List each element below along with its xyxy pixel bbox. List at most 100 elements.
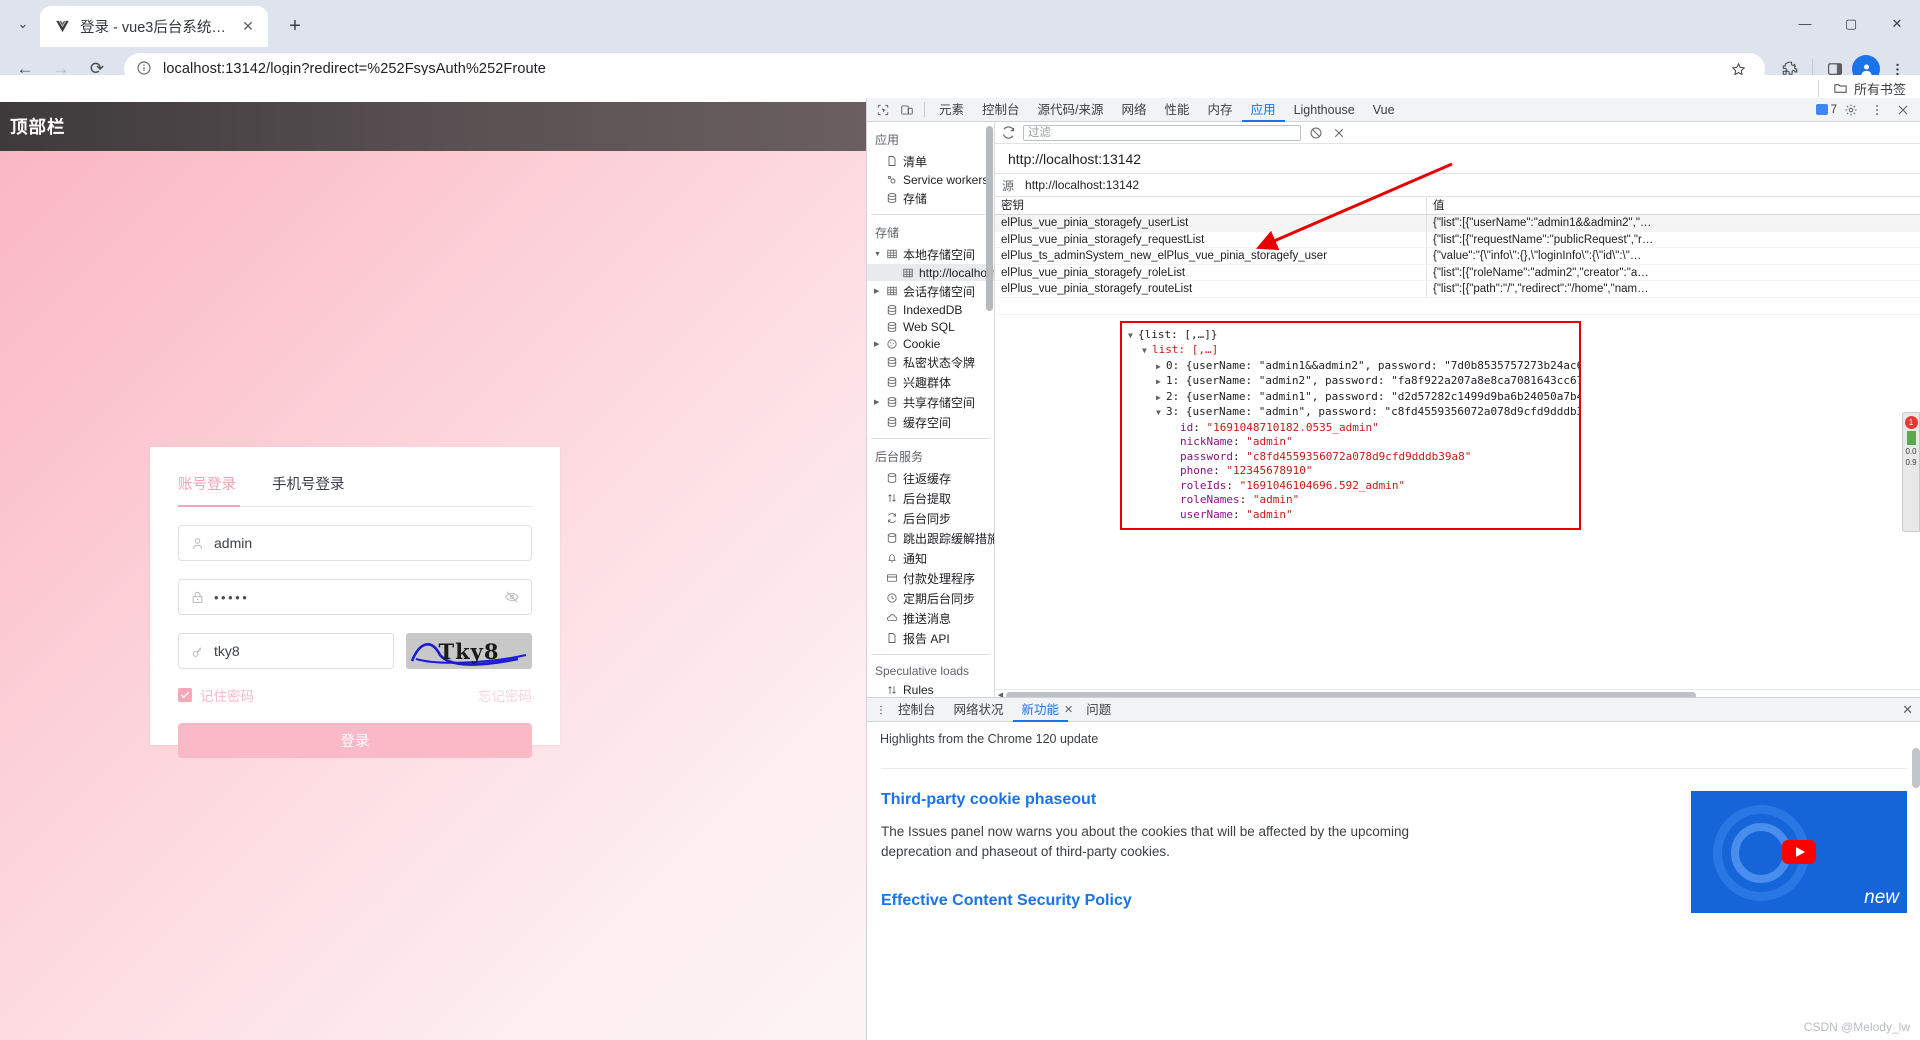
maximize-icon[interactable]: ▢: [1828, 4, 1874, 44]
remember-password-checkbox[interactable]: 记住密码: [178, 685, 254, 705]
captcha-input[interactable]: tky8: [214, 643, 382, 659]
sidebar-item-local-storage[interactable]: ▼ 本地存储空间: [867, 244, 994, 264]
sidebar-item-session-storage[interactable]: ▶ 会话存储空间: [867, 281, 994, 301]
expand-triangle-icon[interactable]: ▶: [1156, 391, 1166, 406]
password-field[interactable]: •••••: [178, 579, 532, 615]
tab-vue[interactable]: Vue: [1364, 98, 1404, 122]
clear-filter-icon[interactable]: [1307, 124, 1324, 141]
sidebar-item-periodic-background-sync[interactable]: 定期后台同步: [867, 588, 994, 608]
kebab-menu-icon[interactable]: [1865, 99, 1889, 121]
captcha-field[interactable]: tky8: [178, 633, 394, 669]
json-line[interactable]: ▶ 0: {userName: "admin1&&admin2", passwor…: [1128, 359, 1579, 375]
tab-console[interactable]: 控制台: [973, 98, 1029, 122]
drawer-tab-whats-new[interactable]: 新功能: [1012, 698, 1069, 722]
captcha-image[interactable]: Tky8: [406, 633, 532, 669]
sidebar-item-back-forward-cache[interactable]: 往返缓存: [867, 468, 994, 488]
sidebar-item-websql[interactable]: Web SQL: [867, 318, 994, 335]
sidebar-item-background-sync[interactable]: 后台同步: [867, 508, 994, 528]
chevron-right-icon[interactable]: ▶: [874, 398, 879, 406]
table-row[interactable]: elPlus_ts_adminSystem_new_elPlus_vue_pin…: [995, 248, 1920, 265]
table-row[interactable]: elPlus_vue_pinia_storagefy_roleList {"li…: [995, 264, 1920, 281]
forgot-password-link[interactable]: 忘记密码: [478, 685, 532, 705]
sidebar-item-reporting-api[interactable]: 报告 API: [867, 628, 994, 648]
sidebar-item-service-workers[interactable]: Service workers: [867, 171, 994, 188]
drawer-tab-console[interactable]: 控制台: [889, 698, 945, 722]
drawer-tab-close-icon[interactable]: ✕: [1064, 703, 1077, 716]
window-close-icon[interactable]: ✕: [1874, 4, 1920, 44]
sidebar-scrollbar[interactable]: [986, 126, 993, 311]
password-input[interactable]: •••••: [214, 590, 495, 605]
filter-input[interactable]: 过滤: [1023, 124, 1301, 141]
close-icon[interactable]: [1891, 99, 1915, 121]
tab-sources[interactable]: 源代码/来源: [1029, 98, 1113, 122]
sidebar-item-shared-storage[interactable]: ▶ 共享存储空间: [867, 392, 994, 412]
chevron-right-icon[interactable]: ▶: [874, 340, 879, 348]
delete-icon[interactable]: [1330, 124, 1347, 141]
whats-new-video-thumbnail[interactable]: new: [1691, 791, 1907, 913]
tab-network[interactable]: 网络: [1113, 98, 1156, 122]
chevron-down-icon[interactable]: ▼: [874, 251, 881, 258]
close-icon[interactable]: ✕: [238, 17, 258, 37]
issues-badge[interactable]: 7: [1815, 104, 1837, 116]
all-bookmarks-button[interactable]: 所有书签: [1833, 79, 1906, 98]
drawer-close-icon[interactable]: ✕: [1902, 702, 1920, 718]
sidebar-item-cache-storage[interactable]: 缓存空间: [867, 412, 994, 432]
minimize-icon[interactable]: —: [1782, 4, 1828, 44]
json-line[interactable]: ▼ {list: [,…]}: [1128, 328, 1579, 344]
tab-elements[interactable]: 元素: [930, 98, 973, 122]
tab-search-chevron-icon[interactable]: ⌄: [6, 7, 40, 41]
inspect-element-icon[interactable]: [871, 99, 895, 121]
eye-off-icon[interactable]: [504, 589, 520, 605]
expand-triangle-icon[interactable]: ▶: [1156, 375, 1166, 390]
table-row[interactable]: elPlus_vue_pinia_storagefy_requestList {…: [995, 231, 1920, 248]
kebab-menu-icon[interactable]: [873, 704, 889, 716]
sidebar-item-bounce-tracking[interactable]: 跳出跟踪缓解措施: [867, 528, 994, 548]
table-row[interactable]: elPlus_vue_pinia_storagefy_routeList {"l…: [995, 281, 1920, 298]
sidebar-item-storage[interactable]: 存储: [867, 188, 994, 208]
json-line[interactable]: ▼ 3: {userName: "admin", password: "c8fd4…: [1128, 405, 1579, 421]
expand-triangle-icon[interactable]: ▼: [1142, 344, 1152, 359]
tab-memory[interactable]: 内存: [1199, 98, 1242, 122]
expand-triangle-icon[interactable]: ▼: [1156, 406, 1166, 421]
sidebar-item-background-fetch[interactable]: 后台提取: [867, 488, 994, 508]
expand-triangle-icon[interactable]: ▼: [1128, 329, 1138, 344]
refresh-icon[interactable]: [1001, 125, 1017, 141]
new-tab-button[interactable]: +: [278, 9, 312, 43]
column-header-key[interactable]: 密钥: [995, 197, 1427, 214]
json-line[interactable]: ▶ 2: {userName: "admin1", password: "d2d5…: [1128, 390, 1579, 406]
drawer-tab-network-conditions[interactable]: 网络状况: [945, 698, 1013, 722]
sidebar-item-rules[interactable]: Rules: [867, 681, 994, 698]
whats-new-headline-1[interactable]: Third-party cookie phaseout: [881, 791, 1669, 809]
json-line[interactable]: ▼ list: [,…]: [1128, 343, 1579, 359]
tab-account-login[interactable]: 账号登录: [178, 473, 236, 506]
performance-edge-widget[interactable]: 1 0.0 0.9: [1902, 412, 1920, 532]
tab-performance[interactable]: 性能: [1156, 98, 1199, 122]
username-field[interactable]: admin: [178, 525, 532, 561]
gear-icon[interactable]: [1839, 99, 1863, 121]
play-icon[interactable]: [1782, 840, 1816, 864]
drawer-tab-issues[interactable]: 问题: [1077, 698, 1120, 722]
table-row[interactable]: elPlus_vue_pinia_storagefy_userList {"li…: [995, 215, 1920, 232]
tab-phone-login[interactable]: 手机号登录: [272, 473, 345, 506]
login-submit-button[interactable]: 登录: [178, 723, 532, 758]
username-input[interactable]: admin: [214, 535, 520, 551]
sidebar-item-notifications[interactable]: 通知: [867, 548, 994, 568]
sidebar-item-manifest[interactable]: 清单: [867, 151, 994, 171]
chevron-right-icon[interactable]: ▶: [874, 287, 879, 295]
sidebar-item-indexeddb[interactable]: IndexedDB: [867, 301, 994, 318]
tab-lighthouse[interactable]: Lighthouse: [1285, 98, 1364, 122]
whats-new-headline-2[interactable]: Effective Content Security Policy: [881, 892, 1669, 910]
browser-tab[interactable]: 登录 - vue3后台系统模板 ✕: [40, 6, 268, 47]
sidebar-item-push-messaging[interactable]: 推送消息: [867, 608, 994, 628]
tab-application[interactable]: 应用: [1241, 98, 1285, 122]
sidebar-item-private-state-tokens[interactable]: 私密状态令牌: [867, 352, 994, 372]
json-line[interactable]: ▶ 1: {userName: "admin2", password: "fa8f…: [1128, 374, 1579, 390]
device-toolbar-icon[interactable]: [895, 99, 919, 121]
expand-triangle-icon[interactable]: ▶: [1156, 360, 1166, 375]
column-header-value[interactable]: 值: [1427, 197, 1920, 214]
sidebar-item-interest-groups[interactable]: 兴趣群体: [867, 372, 994, 392]
drawer-scrollbar[interactable]: [1912, 748, 1920, 788]
sidebar-item-localhost-origin[interactable]: http://localhost: [867, 264, 994, 281]
sidebar-item-payment-handler[interactable]: 付款处理程序: [867, 568, 994, 588]
sidebar-item-cookie[interactable]: ▶ Cookie: [867, 335, 994, 352]
